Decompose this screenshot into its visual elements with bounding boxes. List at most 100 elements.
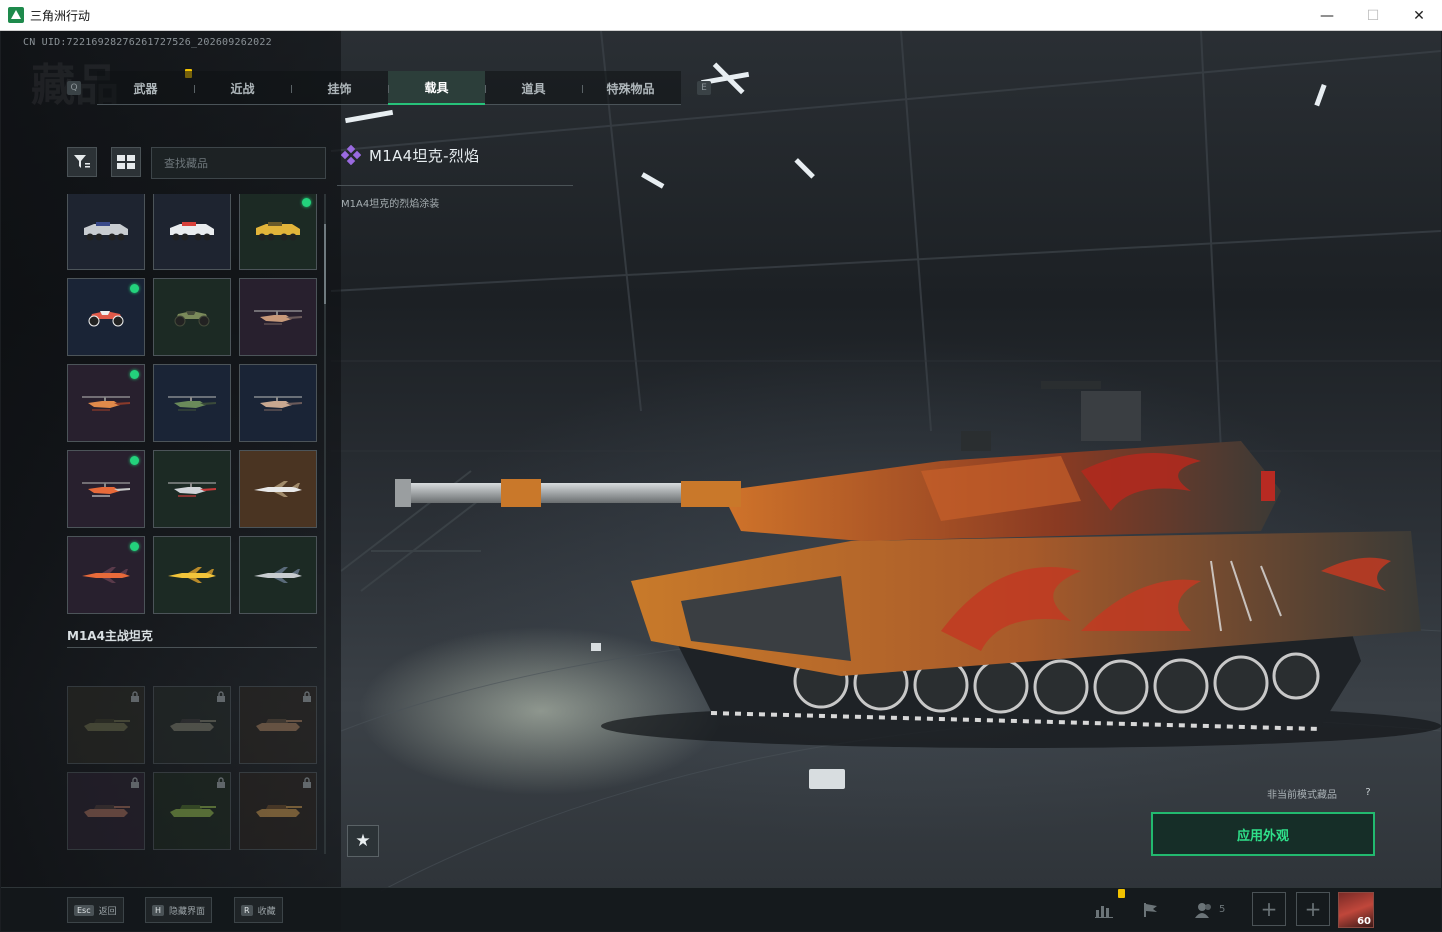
jet-icon	[254, 567, 302, 583]
collection-item-tile-locked[interactable]	[153, 686, 231, 764]
collection-item-tile-locked[interactable]	[239, 772, 317, 850]
tab-melee[interactable]: 近战	[194, 71, 291, 105]
tab-vehicles[interactable]: 载具	[388, 71, 485, 105]
collection-item-tile[interactable]	[67, 536, 145, 614]
collection-item-tile[interactable]	[67, 194, 145, 270]
filter-icon	[74, 155, 90, 168]
stats-icon[interactable]	[1093, 899, 1115, 921]
collection-item-tile-locked[interactable]	[153, 772, 231, 850]
collection-item-tile[interactable]	[153, 364, 231, 442]
tank-model-preview[interactable]	[381, 331, 1441, 751]
back-hint[interactable]: Esc 返回	[67, 897, 124, 923]
minimize-button[interactable]: —	[1304, 0, 1350, 31]
new-item-dot-icon	[130, 456, 139, 465]
new-item-dot-icon	[130, 284, 139, 293]
hide-ui-hint[interactable]: H 隐藏界面	[145, 897, 213, 923]
tab-prev-key[interactable]: Q	[67, 81, 81, 95]
helicopter-icon	[82, 482, 130, 497]
collection-item-tile-locked[interactable]	[239, 686, 317, 764]
collection-item-tile[interactable]	[67, 450, 145, 528]
add-teammate-button-1[interactable]: +	[1252, 892, 1286, 926]
tank-icon	[170, 719, 216, 731]
new-item-dot-icon	[302, 198, 311, 207]
section-title: M1A4主战坦克	[67, 629, 153, 643]
jet-icon	[254, 481, 302, 497]
window-titlebar: 三角洲行动 — ☐ ✕	[0, 0, 1442, 31]
tab-weapons[interactable]: 武器	[97, 71, 194, 105]
help-icon[interactable]: ?	[1361, 785, 1375, 799]
favorite-label: 收藏	[257, 906, 276, 917]
helicopter-icon	[254, 310, 302, 325]
app-logo-icon	[8, 7, 24, 23]
apply-skin-button[interactable]: 应用外观	[1151, 812, 1375, 856]
tab-special-items[interactable]: 特殊物品	[582, 71, 679, 105]
favorite-star-button[interactable]: ★	[347, 825, 379, 857]
grid-scrollbar-thumb[interactable]	[324, 224, 326, 304]
helicopter-icon	[168, 396, 216, 411]
collection-item-tile[interactable]	[153, 536, 231, 614]
collection-item-tile[interactable]	[153, 450, 231, 528]
helicopter-icon	[82, 396, 130, 411]
collection-item-tile[interactable]	[67, 364, 145, 442]
search-input[interactable]	[151, 147, 326, 179]
collection-item-tile[interactable]	[239, 364, 317, 442]
collection-item-tile[interactable]	[239, 536, 317, 614]
player-level: 60	[1357, 916, 1371, 927]
collection-item-tile[interactable]	[239, 450, 317, 528]
collection-item-tile[interactable]	[153, 194, 231, 270]
friends-count: 5	[1219, 904, 1226, 915]
item-description: M1A4坦克的烈焰涂装	[341, 199, 440, 210]
armored-vehicle-icon	[256, 222, 300, 241]
collection-item-tile-locked[interactable]	[67, 686, 145, 764]
collection-item-tile[interactable]	[67, 278, 145, 356]
stats-badge-icon	[1118, 889, 1125, 898]
non-mode-label: 非当前模式藏品	[1267, 790, 1337, 801]
lock-icon	[216, 691, 226, 705]
favorite-hint[interactable]: R 收藏	[234, 897, 283, 923]
lock-icon	[302, 777, 312, 791]
collection-item-tile[interactable]	[239, 278, 317, 356]
tank-icon	[170, 805, 216, 817]
flag-icon[interactable]	[1140, 899, 1162, 921]
tank-icon	[256, 719, 302, 731]
armored-vehicle-icon	[84, 222, 128, 241]
atv-icon	[88, 311, 124, 327]
collection-grid	[67, 194, 319, 854]
new-item-dot-icon	[130, 370, 139, 379]
armored-vehicle-icon	[170, 222, 214, 241]
collection-item-tile[interactable]	[153, 278, 231, 356]
friends-icon[interactable]	[1193, 899, 1215, 921]
item-divider	[337, 185, 573, 186]
hide-ui-key: H	[152, 904, 165, 916]
new-item-dot-icon	[130, 542, 139, 551]
atv-icon	[174, 311, 210, 327]
collection-item-tile[interactable]	[239, 194, 317, 270]
close-button[interactable]: ✕	[1396, 0, 1442, 31]
category-tabs: 武器 近战 挂饰 载具 道具 特殊物品	[97, 71, 681, 105]
tab-next-key[interactable]: E	[697, 81, 711, 95]
window-controls: — ☐ ✕	[1304, 0, 1442, 31]
lock-icon	[302, 691, 312, 705]
add-teammate-button-2[interactable]: +	[1296, 892, 1330, 926]
collection-item-tile-locked[interactable]	[67, 772, 145, 850]
window-title: 三角洲行动	[30, 8, 91, 23]
filter-button[interactable]	[67, 147, 97, 177]
hide-ui-label: 隐藏界面	[169, 906, 206, 917]
lock-icon	[130, 691, 140, 705]
tank-icon	[256, 805, 302, 817]
grid-view-button[interactable]	[111, 147, 141, 177]
grid-icon	[117, 155, 135, 169]
jet-icon	[168, 567, 216, 583]
tab-charms[interactable]: 挂饰	[291, 71, 388, 105]
tank-icon	[84, 805, 130, 817]
back-key: Esc	[74, 904, 94, 916]
tank-icon	[84, 719, 130, 731]
jet-icon	[82, 567, 130, 583]
favorite-key: R	[241, 904, 253, 916]
player-avatar[interactable]: 60	[1338, 892, 1374, 928]
rarity-diamond-icon	[341, 145, 361, 165]
helicopter-icon	[254, 396, 302, 411]
section-divider	[67, 647, 317, 648]
maximize-button[interactable]: ☐	[1350, 0, 1396, 31]
tab-items[interactable]: 道具	[485, 71, 582, 105]
